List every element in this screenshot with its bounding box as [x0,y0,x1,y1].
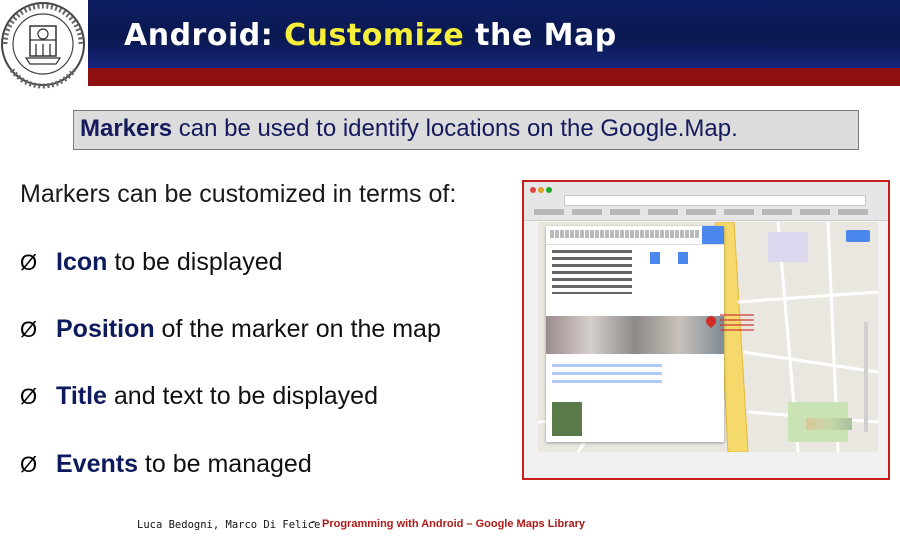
bullet-position: Ø Position of the marker on the map [20,315,441,344]
title-prefix: Android: [124,18,285,53]
place-info-panel [546,226,724,442]
address-bar[interactable] [564,195,866,206]
title-highlight: Customize [284,18,465,53]
bullet-arrow-icon: Ø [20,250,38,275]
street-view-thumb[interactable] [552,402,582,436]
bullet-bold: Events [56,450,138,478]
zoom-slider[interactable] [864,322,868,432]
footer-authors: Luca Bedogni, Marco Di Felice [137,519,321,531]
bullet-title: Ø Title and text to be displayed [20,382,378,411]
bullet-rest: to be managed [137,450,312,478]
save-star-icon[interactable] [678,252,688,264]
callout-rest: can be used to identify locations on the… [172,115,738,142]
bookmarks-bar [534,209,874,215]
footer-separator: - [311,513,316,530]
bullet-arrow-icon: Ø [20,384,38,409]
map-view[interactable] [538,222,878,452]
search-icon[interactable] [702,226,724,244]
layer-thumbnails[interactable] [806,418,852,430]
callout-bold: Markers [80,115,173,142]
marker-label [720,314,754,332]
bullet-rest: to be displayed [107,248,283,276]
footer-course: Programming with Android – Google Maps L… [322,518,586,530]
bullet-icon: Ø Icon to be displayed [20,248,283,277]
bullet-arrow-icon: Ø [20,452,38,477]
maps-screenshot [522,180,890,480]
browser-toolbar [524,182,888,221]
slide-title: Android: Customize the Map [124,18,617,53]
university-seal-icon [1,2,85,89]
place-title [552,250,632,294]
slide-header: Android: Customize the Map [88,0,900,86]
account-button[interactable] [846,230,870,242]
header-stripe [88,68,900,86]
place-links[interactable] [552,364,662,388]
callout-text: Markers can be used to identify location… [80,115,738,143]
lead-text: Markers can be customized in terms of: [20,180,457,208]
search-box[interactable] [546,226,724,245]
title-suffix: the Map [464,18,617,53]
bullet-bold: Position [56,315,155,343]
directions-icon[interactable] [650,252,660,264]
bullet-bold: Title [56,382,107,410]
bullet-rest: and text to be displayed [106,382,378,410]
place-photo [546,316,724,354]
bullet-bold: Icon [56,248,108,276]
bullet-events: Ø Events to be managed [20,450,312,479]
callout-box: Markers can be used to identify location… [73,110,859,150]
bullet-rest: of the marker on the map [154,315,441,343]
bullet-arrow-icon: Ø [20,317,38,342]
